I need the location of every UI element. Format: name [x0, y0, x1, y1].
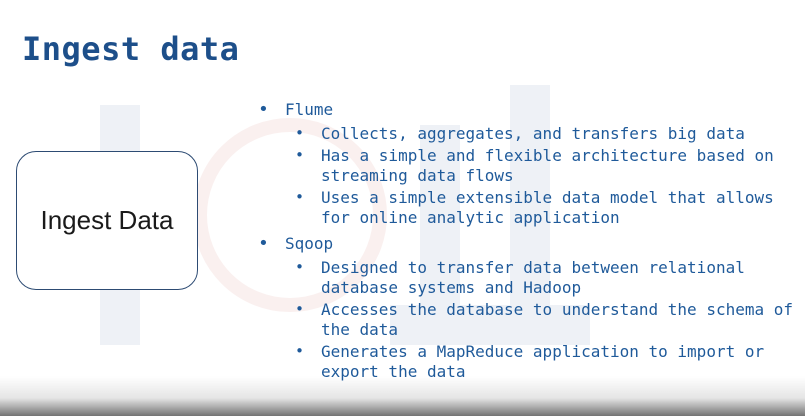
sub-bullet-item: • Generates a MapReduce application to i… [285, 342, 798, 382]
bullet-dot-icon: • [258, 99, 269, 120]
sub-bullet-text: Accesses the database to understand the … [321, 300, 794, 339]
sub-bullet-item: • Collects, aggregates, and transfers bi… [285, 124, 798, 144]
sub-bullet-item: • Accesses the database to understand th… [285, 300, 798, 340]
bullet-dot-icon: • [295, 258, 305, 276]
sub-bullet-list: • Designed to transfer data between rela… [285, 258, 798, 382]
bullet-dot-icon: • [295, 300, 305, 318]
ingest-data-box-label: Ingest Data [40, 205, 174, 235]
sub-bullet-text: Has a simple and flexible architecture b… [321, 146, 774, 185]
bullet-label: Flume [285, 100, 334, 119]
bullet-dot-icon: • [295, 146, 305, 164]
sub-bullet-text: Uses a simple extensible data model that… [321, 188, 774, 227]
sub-bullet-item: • Designed to transfer data between rela… [285, 258, 798, 298]
sub-bullet-text: Collects, aggregates, and transfers big … [321, 124, 745, 143]
sub-bullet-text: Generates a MapReduce application to imp… [321, 342, 765, 381]
sub-bullet-item: • Has a simple and flexible architecture… [285, 146, 798, 186]
bullet-label: Sqoop [285, 234, 334, 253]
bullet-dot-icon: • [295, 188, 305, 206]
sub-bullet-text: Designed to transfer data between relati… [321, 258, 745, 297]
bullet-list: • Flume • Collects, aggregates, and tran… [258, 100, 798, 382]
ingest-data-box: Ingest Data [16, 151, 198, 290]
page-title: Ingest data [22, 30, 240, 68]
sub-bullet-item: • Uses a simple extensible data model th… [285, 188, 798, 228]
bullet-flume: • Flume • Collects, aggregates, and tran… [258, 100, 798, 228]
sub-bullet-list: • Collects, aggregates, and transfers bi… [285, 124, 798, 228]
bullet-sqoop: • Sqoop • Designed to transfer data betw… [258, 234, 798, 382]
video-bottom-shade [0, 376, 805, 416]
bullet-dot-icon: • [295, 342, 305, 360]
bullet-dot-icon: • [295, 124, 305, 142]
bullet-dot-icon: • [258, 233, 269, 254]
